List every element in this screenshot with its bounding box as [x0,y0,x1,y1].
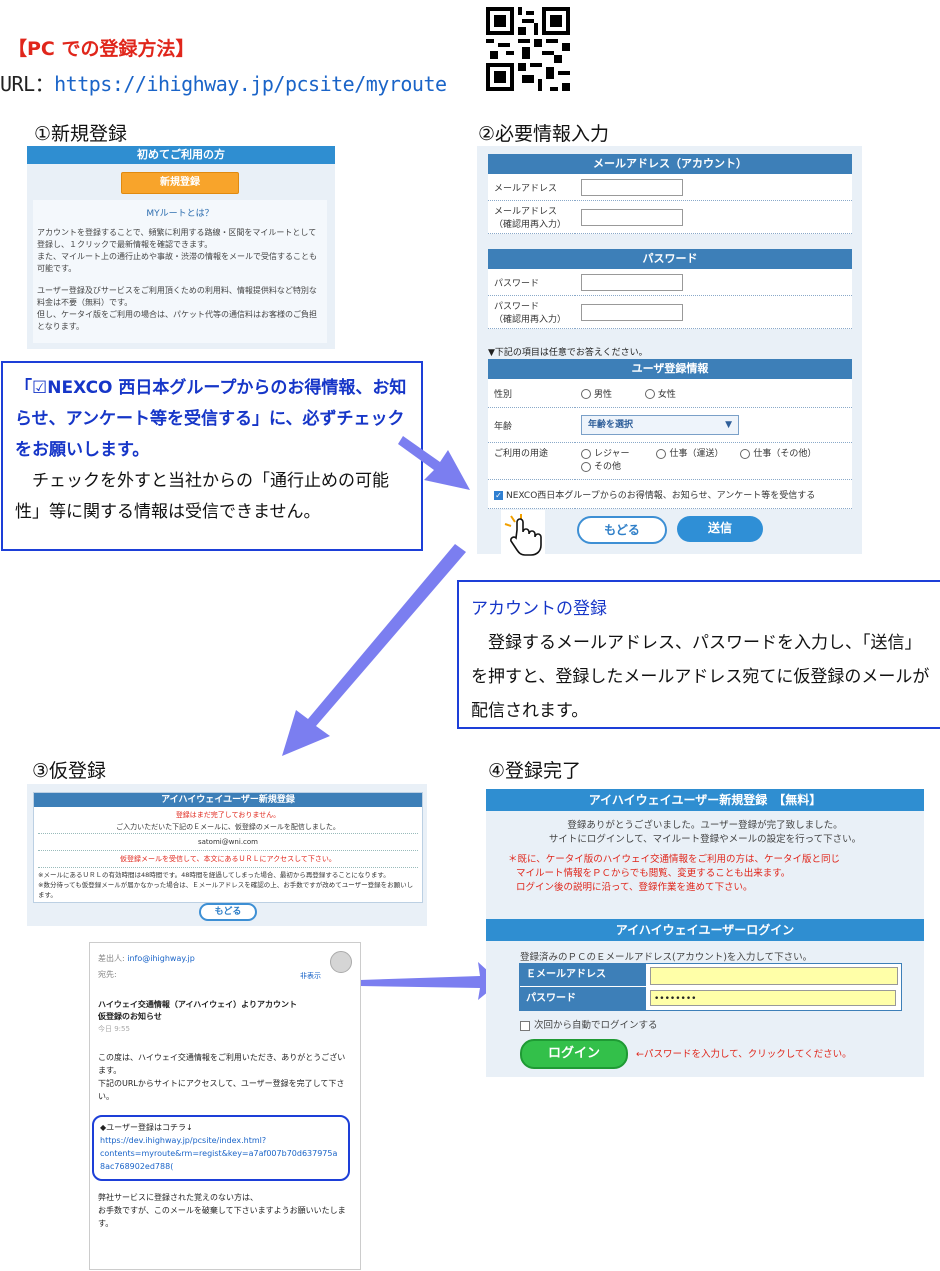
resend-note: ※数分待っても仮登録メールが届かなかった場合は、Ｅメールアドレスを確認の上、お手… [38,881,414,899]
arrow-to-step3 [282,544,466,756]
login-hint: ←パスワードを入力して、クリックしてください。 [636,1049,852,1060]
arrow-to-checkbox [398,436,470,490]
mail-sent-text: ご入力いただいた下記のＥメールに、仮登録のメールを配信しました。 [38,821,418,834]
email-label: Ｅメールアドレス [520,964,646,986]
arrow-to-step4 [360,962,500,1000]
registered-email: satomi@wni.com [38,834,418,851]
login-header: アイハイウェイユーザーログイン [486,919,924,941]
mobile-note-3: ログイン後の説明に沿って、登録作業を進めて下さい。 [516,882,753,893]
registration-link-1[interactable]: https://dev.ihighway.jp/pcsite/index.htm… [100,1134,342,1147]
to-label: 宛先: [98,970,117,979]
mail-subject-line2: 仮登録のお知らせ [98,1012,162,1021]
mobile-note-2: マイルート情報をＰＣからでも閲覧、変更することも出来ます。 [516,868,791,879]
mobile-note-1: ＊既に、ケータイ版のハイウェイ交通情報をご利用の方は、ケータイ版と同じ [508,854,841,865]
link-label: ◆ユーザー登録はコチラ↓ [100,1123,193,1132]
email-preview: 差出人: info@ihighway.jp 宛先: 非表示 ハイウェイ交通情報（… [89,942,361,1270]
registration-link-3[interactable]: 8ac768902ed788( [100,1160,342,1173]
from-address[interactable]: info@ihighway.jp [127,954,195,963]
email-input[interactable] [650,967,898,985]
hide-link[interactable]: 非表示 [300,971,321,981]
provisional-registration-panel: アイハイウェイユーザー新規登録 登録はまだ完了しておりません。 ご入力いただいた… [27,784,427,926]
mail-time: 今日 9:55 [98,1025,130,1033]
registration-link-box: ◆ユーザー登録はコチラ↓ https://dev.ihighway.jp/pcs… [92,1115,350,1181]
complete-header: アイハイウェイユーザー新規登録 【無料】 [486,789,924,811]
auto-login-checkbox[interactable] [520,1020,530,1031]
password-label: パスワード [520,987,646,1010]
mail-body-1: この度は、ハイウェイ交通情報をご利用いただき、ありがとうございます。 [98,1053,346,1075]
step3-back-button[interactable]: もどる [199,903,257,921]
mail-subject-line1: ハイウェイ交通情報（アイハイウェイ）よりアカウント [98,1000,297,1009]
complete-text-1: 登録ありがとうございました。ユーザー登録が完了致しました。 [567,820,843,831]
avatar-icon [330,951,352,973]
not-complete-warning: 登録はまだ完了しておりません。 [175,811,281,819]
registration-link-2[interactable]: contents=myroute&rm=regist&key=a7af007b7… [100,1147,342,1160]
complete-text-2: サイトにログインして、マイルート登録やメールの設定を行って下さい。 [548,834,862,845]
access-instruction: 仮登録メールを受信して、本文にあるＵＲＬにアクセスして下さい。 [38,851,418,868]
provisional-header: アイハイウェイユーザー新規登録 [34,793,422,807]
registration-complete-panel: アイハイウェイユーザー新規登録 【無料】 登録ありがとうございました。ユーザー登… [486,789,924,1077]
password-input[interactable]: •••••••• [650,990,896,1006]
mail-footer-2: お手数ですが、このメールを破棄して下さいますようお願いいたします。 [98,1206,346,1228]
login-button[interactable]: ログイン [520,1039,628,1069]
mail-footer-1: 弊社サービスに登録された覚えのない方は、 [98,1193,258,1202]
from-label: 差出人: [98,954,125,963]
login-prompt: 登録済みのＰＣのＥメールアドレス(アカウント)を入力して下さい。 [520,952,813,963]
auto-login-option[interactable]: 次回から自動でログインする [520,1017,658,1031]
expiry-note: ※メールにあるＵＲＬの有効時間は48時間です。48時間を経過してしまった場合、最… [38,871,390,879]
auto-login-label: 次回から自動でログインする [534,1020,658,1031]
mail-body-2: 下記のURLからサイトにアクセスして、ユーザー登録を完了して下さい。 [98,1079,345,1101]
